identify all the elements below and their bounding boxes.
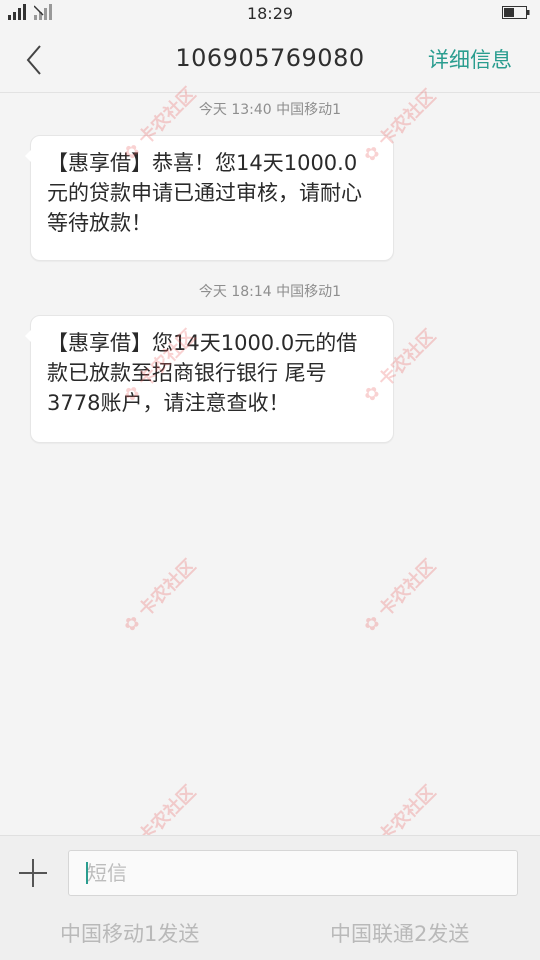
plus-icon[interactable] [16,856,50,890]
composer-bar: 中国移动1发送 中国联通2发送 [0,835,540,960]
message-bubble[interactable]: 【惠享借】恭喜！您14天1000.0元的贷款申请已通过审核，请耐心等待放款！ [25,135,394,261]
message-text: 【惠享借】恭喜！您14天1000.0元的贷款申请已通过审核，请耐心等待放款！ [47,151,362,235]
text-caret [86,862,88,884]
status-bar: 18:29 [0,0,540,28]
send-sim1-button[interactable]: 中国移动1发送 [60,918,199,948]
message-bubble[interactable]: 【惠享借】您14天1000.0元的借款已放款至招商银行银行 尾号3778账户，请… [25,315,394,443]
send-sim2-button[interactable]: 中国联通2发送 [330,918,469,948]
message-timestamp: 今天 18:14 中国移动1 [198,284,342,300]
battery-icon [502,6,530,19]
conversation-header: 106905769080 详细信息 [0,28,540,93]
sms-conversation-screen: 18:29 106905769080 详细信息 今天 13:40 中国移动1 【… [0,0,540,960]
message-text: 【惠享借】您14天1000.0元的借款已放款至招商银行银行 尾号3778账户，请… [47,331,358,415]
message-list: 今天 13:40 中国移动1 【惠享借】恭喜！您14天1000.0元的贷款申请已… [0,93,540,835]
bubble-tail [25,330,31,342]
status-time: 18:29 [246,4,294,23]
bubble-tail [25,150,31,162]
message-timestamp: 今天 13:40 中国移动1 [198,102,342,118]
message-input[interactable] [68,850,518,896]
details-button[interactable]: 详细信息 [428,44,512,74]
